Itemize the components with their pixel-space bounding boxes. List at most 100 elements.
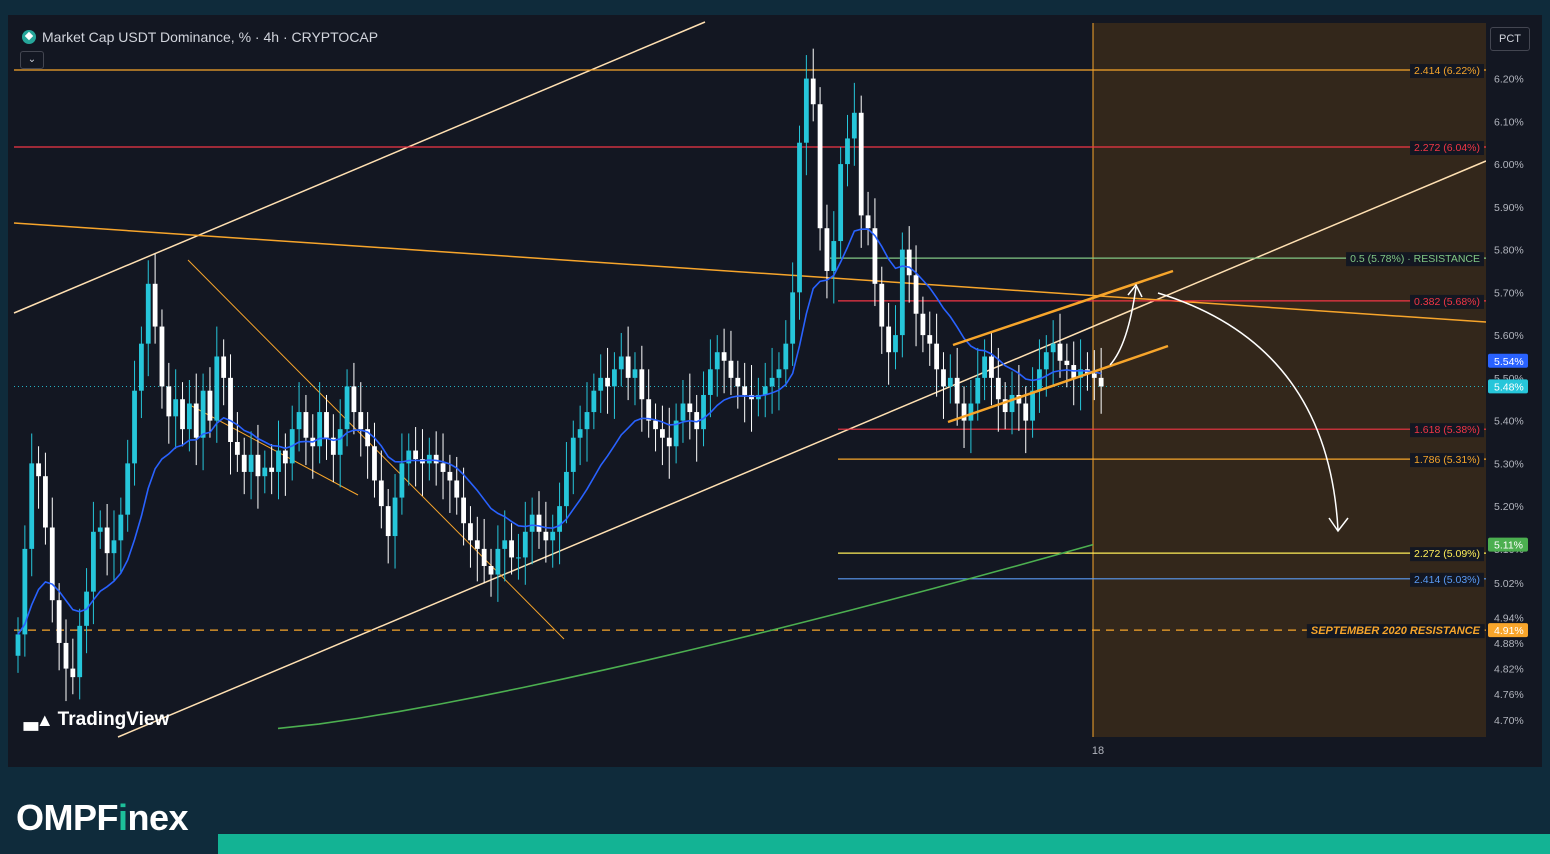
- price-label-0: 5.54%: [1494, 356, 1524, 368]
- y-tick-12: 5.02%: [1494, 578, 1524, 590]
- candle-body-122: [851, 112, 857, 139]
- candle-body-29: [214, 356, 220, 421]
- tradingview-logo-icon: ▃▲: [24, 709, 54, 730]
- candle-body-92: [646, 399, 652, 421]
- candle-body-6: [56, 600, 62, 643]
- candle-body-106: [742, 386, 748, 395]
- candle-body-143: [995, 377, 1001, 400]
- candle-body-32: [234, 441, 240, 455]
- level-label-6: 2.272 (5.09%): [1414, 548, 1480, 560]
- candle-body-71: [502, 540, 508, 549]
- candle-body-142: [989, 356, 994, 378]
- candle-body-158: [1098, 377, 1104, 387]
- candle-body-7: [63, 642, 69, 669]
- candle-body-93: [653, 420, 658, 430]
- ema-slow-line: [277, 543, 1094, 730]
- candle-body-135: [941, 369, 946, 387]
- candle-body-132: [920, 313, 926, 336]
- candle-body-70: [495, 548, 501, 575]
- candle-body-72: [509, 540, 514, 558]
- candle-body-66: [468, 523, 473, 541]
- candle-body-61: [433, 454, 439, 464]
- y-tick-3: 5.90%: [1494, 202, 1524, 214]
- candle-body-151: [1050, 343, 1056, 353]
- candle-body-36: [262, 467, 268, 477]
- candle-body-101: [707, 369, 713, 395]
- y-tick-15: 4.82%: [1494, 664, 1524, 676]
- candle-body-13: [104, 527, 110, 554]
- candle-body-20: [152, 283, 158, 327]
- chart-header: Market Cap USDT Dominance, % · 4h · CRYP…: [22, 29, 378, 45]
- candle-body-4: [43, 476, 48, 528]
- y-tick-14: 4.88%: [1494, 638, 1524, 650]
- level-label-8: SEPTEMBER 2020 RESISTANCE: [1311, 625, 1481, 637]
- y-tick-0: 6.20%: [1494, 74, 1524, 86]
- candle-body-123: [858, 112, 864, 216]
- candle-body-56: [399, 463, 405, 498]
- ema-fast-line: [17, 228, 1102, 635]
- candle-body-62: [440, 463, 446, 472]
- candle-body-42: [303, 412, 309, 438]
- candle-body-141: [982, 356, 988, 378]
- y-tick-4: 5.80%: [1494, 245, 1524, 257]
- candle-body-85: [598, 377, 604, 391]
- candle-body-48: [344, 386, 350, 430]
- price-label-2: 5.11%: [1494, 540, 1523, 552]
- y-tick-16: 4.76%: [1494, 689, 1524, 701]
- candle-body-102: [714, 352, 720, 370]
- upper-channel-line: [13, 21, 706, 314]
- candle-body-63: [447, 471, 453, 481]
- candle-body-116: [810, 78, 816, 105]
- candle-body-33: [241, 454, 247, 472]
- candle-body-84: [591, 390, 597, 413]
- candlestick-chart[interactable]: 2.414 (6.22%) 2.272 (6.04%) 0.5 (5.78%) · …: [8, 15, 1542, 767]
- candle-body-88: [618, 356, 624, 370]
- y-tick-9: 5.30%: [1494, 458, 1524, 470]
- chart-panel[interactable]: 2.414 (6.22%) 2.272 (6.04%) 0.5 (5.78%) · …: [8, 15, 1542, 767]
- level-label-4: 1.618 (5.38%): [1414, 424, 1480, 436]
- candle-body-111: [776, 369, 782, 378]
- candle-body-103: [721, 352, 727, 361]
- candle-body-12: [97, 527, 103, 532]
- y-tick-6: 5.60%: [1494, 330, 1524, 342]
- candle-body-94: [660, 429, 665, 438]
- level-label-7: 2.414 (5.03%): [1414, 574, 1480, 586]
- candle-body-133: [927, 335, 933, 344]
- candle-body-117: [817, 104, 823, 229]
- candle-body-115: [803, 78, 809, 143]
- candle-body-19: [145, 283, 151, 344]
- candle-body-77: [543, 531, 549, 541]
- y-tick-2: 6.00%: [1494, 159, 1524, 171]
- candle-body-0: [15, 634, 21, 656]
- candle-body-128: [893, 335, 898, 353]
- candle-body-131: [913, 275, 919, 314]
- candle-body-157: [1091, 373, 1097, 378]
- tether-logo-icon: [22, 30, 36, 44]
- y-tick-1: 6.10%: [1494, 116, 1524, 128]
- candle-body-35: [255, 454, 261, 477]
- candle-body-110: [769, 377, 775, 387]
- candle-body-91: [639, 369, 645, 400]
- candle-body-80: [564, 471, 569, 507]
- chart-title: Market Cap USDT Dominance, % · 4h · CRYP…: [42, 29, 379, 45]
- y-tick-10: 5.20%: [1494, 501, 1524, 513]
- scale-mode-button[interactable]: PCT: [1490, 27, 1530, 51]
- candle-body-82: [577, 429, 583, 438]
- candle-body-95: [666, 437, 672, 447]
- chevron-down-icon[interactable]: ⌄: [20, 51, 44, 69]
- candle-body-73: [516, 557, 521, 559]
- candle-body-25: [186, 403, 192, 430]
- candle-body-98: [687, 403, 693, 413]
- candle-body-39: [282, 450, 288, 464]
- candle-body-16: [125, 463, 131, 515]
- candle-body-120: [838, 164, 844, 242]
- candle-body-75: [529, 514, 535, 532]
- candle-body-119: [831, 241, 837, 271]
- y-tick-17: 4.70%: [1494, 715, 1524, 727]
- candle-body-90: [632, 369, 638, 378]
- candle-body-67: [474, 540, 480, 549]
- candle-body-153: [1064, 360, 1070, 366]
- y-tick-13: 4.94%: [1494, 612, 1524, 624]
- candle-body-137: [954, 377, 960, 404]
- candle-body-114: [797, 142, 802, 293]
